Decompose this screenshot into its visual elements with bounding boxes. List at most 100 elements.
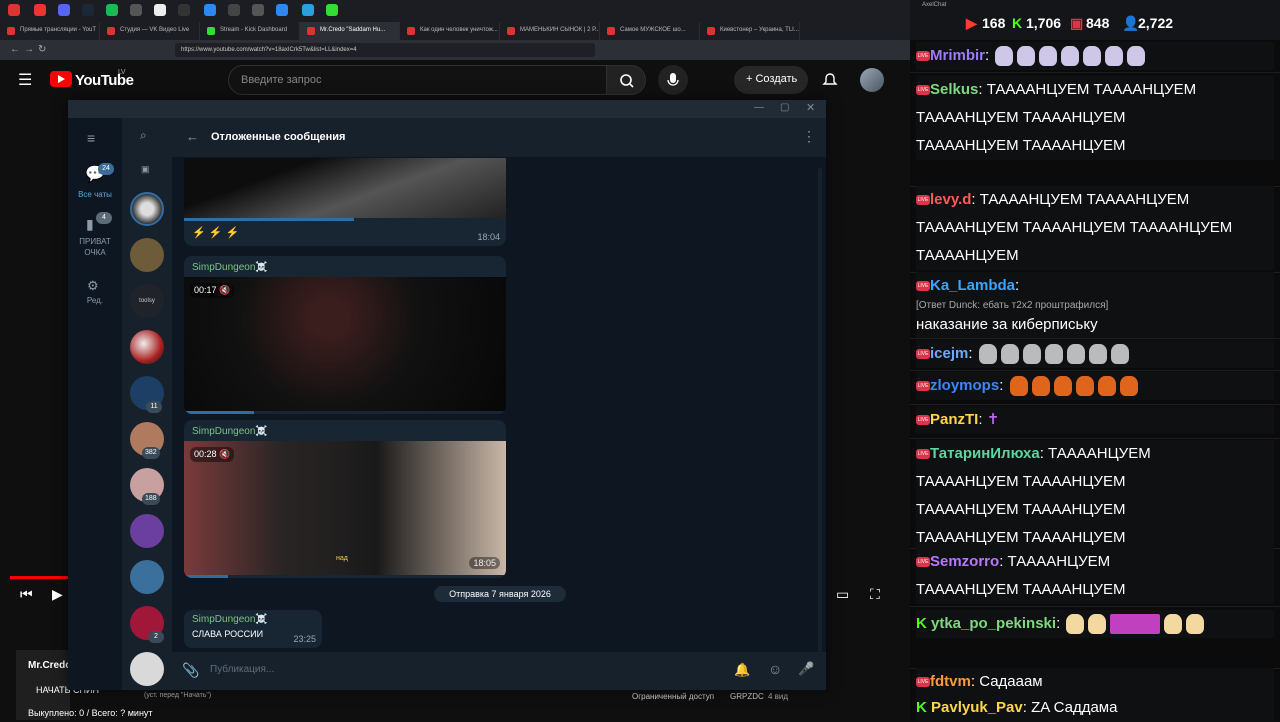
- folder-all-chats[interactable]: 💬 24 Все чаты: [68, 158, 122, 206]
- username[interactable]: Ka_Lambda: [930, 277, 1015, 294]
- tab[interactable]: Stream - Kick Dashboard: [200, 22, 300, 40]
- message-input[interactable]: Публикация...: [210, 664, 274, 675]
- bell-icon[interactable]: 🔔: [734, 662, 750, 678]
- username[interactable]: ТатаринИлюха: [930, 445, 1040, 462]
- bought-text: Выкуплено: 0 / Всего: ? минут: [28, 708, 153, 718]
- reload-icon[interactable]: ↻: [38, 44, 46, 55]
- chat-avatar[interactable]: [130, 652, 164, 686]
- username[interactable]: icejm: [930, 345, 968, 362]
- search-input[interactable]: Введите запрос: [228, 65, 608, 95]
- microphone-icon[interactable]: 🎤: [798, 661, 814, 677]
- video-thumbnail[interactable]: 00:28 🔇 над 18:05: [184, 441, 506, 575]
- chat-avatar[interactable]: [130, 560, 164, 594]
- play-icon[interactable]: ▶: [52, 586, 63, 603]
- progress-bar[interactable]: [10, 576, 70, 579]
- browser-icon[interactable]: [8, 4, 20, 16]
- chat-avatar[interactable]: [130, 192, 164, 226]
- username[interactable]: Selkus: [930, 81, 978, 98]
- chat-logo-text: toolsy: [139, 298, 155, 304]
- tab[interactable]: Самое МУЖСКОЕ шо...: [600, 22, 700, 40]
- emoji-icon[interactable]: ☺: [768, 661, 782, 677]
- attach-icon[interactable]: 📎: [182, 662, 199, 679]
- fullscreen-icon[interactable]: ⛶: [870, 586, 880, 603]
- tab-active[interactable]: Mr.Credo "Saddam Hu...: [300, 22, 400, 40]
- minimize-icon[interactable]: —: [754, 102, 764, 113]
- video-thumbnail[interactable]: 00:17 🔇: [184, 277, 506, 411]
- emote-icon: [995, 46, 1014, 67]
- video-time: 00:28: [194, 449, 217, 459]
- voice-search-button[interactable]: [658, 65, 688, 95]
- discord-icon[interactable]: [58, 4, 70, 16]
- tab[interactable]: Киевстонер – Украина, TLI...: [700, 22, 800, 40]
- tab-favicon-icon: [707, 27, 715, 35]
- menu-icon[interactable]: ☰: [18, 70, 32, 90]
- tab-favicon-icon: [607, 27, 615, 35]
- app-icon[interactable]: [154, 4, 166, 16]
- app-icon[interactable]: [178, 4, 190, 16]
- address-bar-row: ← → ↻ https://www.youtube.com/watch?v=18…: [0, 40, 910, 60]
- username[interactable]: PanzTI: [930, 411, 978, 428]
- message[interactable]: SimpDungeon☠️ 00:28 🔇 над 18:05: [184, 420, 506, 578]
- back-arrow-icon[interactable]: ←: [186, 129, 199, 144]
- app-icon[interactable]: [204, 4, 216, 16]
- username[interactable]: Semzorro: [930, 553, 999, 570]
- telegram-icon[interactable]: [302, 4, 314, 16]
- video-thumbnail[interactable]: [184, 158, 506, 218]
- kick-icon[interactable]: [326, 4, 338, 16]
- steam-icon[interactable]: [82, 4, 94, 16]
- youtube-brand[interactable]: YouTube LV: [75, 69, 134, 89]
- chat-avatar[interactable]: [130, 514, 164, 548]
- username[interactable]: fdtvm: [930, 673, 971, 690]
- search-icon[interactable]: ⌕: [140, 128, 147, 143]
- spotify-icon[interactable]: [106, 4, 118, 16]
- app-icon[interactable]: [252, 4, 264, 16]
- notifications-bell-icon[interactable]: [822, 72, 838, 88]
- previous-icon[interactable]: ⏮: [20, 586, 33, 603]
- tab[interactable]: Как один человек уничтож...: [400, 22, 500, 40]
- back-icon[interactable]: ←: [10, 44, 20, 55]
- message[interactable]: SimpDungeon☠️ СЛАВА РОССИИ 23:25: [184, 610, 322, 648]
- url-field[interactable]: https://www.youtube.com/watch?v=18axICrk…: [175, 43, 595, 57]
- views-label: 4 вид: [768, 692, 789, 701]
- maximize-icon[interactable]: ▢: [780, 102, 789, 113]
- youtube-icon[interactable]: [34, 4, 46, 16]
- tab[interactable]: Студия — VK Видео Live: [100, 22, 200, 40]
- message[interactable]: ⚡ ⚡ ⚡ 18:04: [184, 158, 506, 246]
- tab[interactable]: Прямые трансляции - YouT: [0, 22, 100, 40]
- scrollbar[interactable]: [818, 168, 822, 652]
- vk-viewers: 848: [1086, 15, 1110, 31]
- create-button[interactable]: + Создать: [734, 66, 808, 94]
- account-avatar[interactable]: [860, 68, 884, 92]
- username[interactable]: Pavlyuk_Pav: [931, 699, 1023, 716]
- username[interactable]: levy.d: [930, 191, 971, 208]
- username[interactable]: ytka_po_pekinski: [931, 615, 1056, 632]
- tab-label: Mr.Credo "Saddam Hu...: [320, 27, 386, 33]
- sender-name: SimpDungeon☠️: [192, 262, 268, 273]
- menu-icon[interactable]: ≡: [87, 130, 95, 146]
- folder-edit[interactable]: ⚙ Ред.: [68, 276, 122, 312]
- chat-avatar[interactable]: [130, 330, 164, 364]
- app-icon[interactable]: [276, 4, 288, 16]
- chat-message: LIVE Ka_Lambda: [Ответ Dunck: ебать т2х2 …: [916, 272, 1274, 338]
- username[interactable]: zloymops: [930, 377, 999, 394]
- message-caption: ⚡ ⚡ ⚡: [192, 227, 240, 239]
- unread-badge: 4: [96, 212, 112, 224]
- emote-icon: [1066, 614, 1085, 635]
- app-icon[interactable]: [228, 4, 240, 16]
- folder-private[interactable]: ▮ 4 ПРИВАТ ОЧКА: [68, 210, 122, 268]
- username[interactable]: Mrimbir: [930, 47, 985, 64]
- more-options-icon[interactable]: ⋮: [802, 128, 816, 145]
- chat-avatar[interactable]: [130, 238, 164, 272]
- obs-icon[interactable]: [130, 4, 142, 16]
- channel-title[interactable]: Mr.Credo: [28, 660, 71, 671]
- youtube-logo-icon[interactable]: [50, 71, 72, 87]
- forward-icon[interactable]: →: [24, 44, 34, 55]
- chat-avatar[interactable]: toolsy: [130, 284, 164, 318]
- search-button[interactable]: [606, 65, 646, 95]
- message[interactable]: SimpDungeon☠️ 00:17 🔇: [184, 256, 506, 414]
- close-icon[interactable]: ✕: [806, 101, 815, 114]
- kick-icon: K: [916, 699, 931, 716]
- tab[interactable]: МАМЕНЬКИН СЫНОК | 2 Р...: [500, 22, 600, 40]
- theater-mode-icon[interactable]: ▭: [836, 586, 849, 603]
- archive-icon[interactable]: ▣: [141, 164, 150, 175]
